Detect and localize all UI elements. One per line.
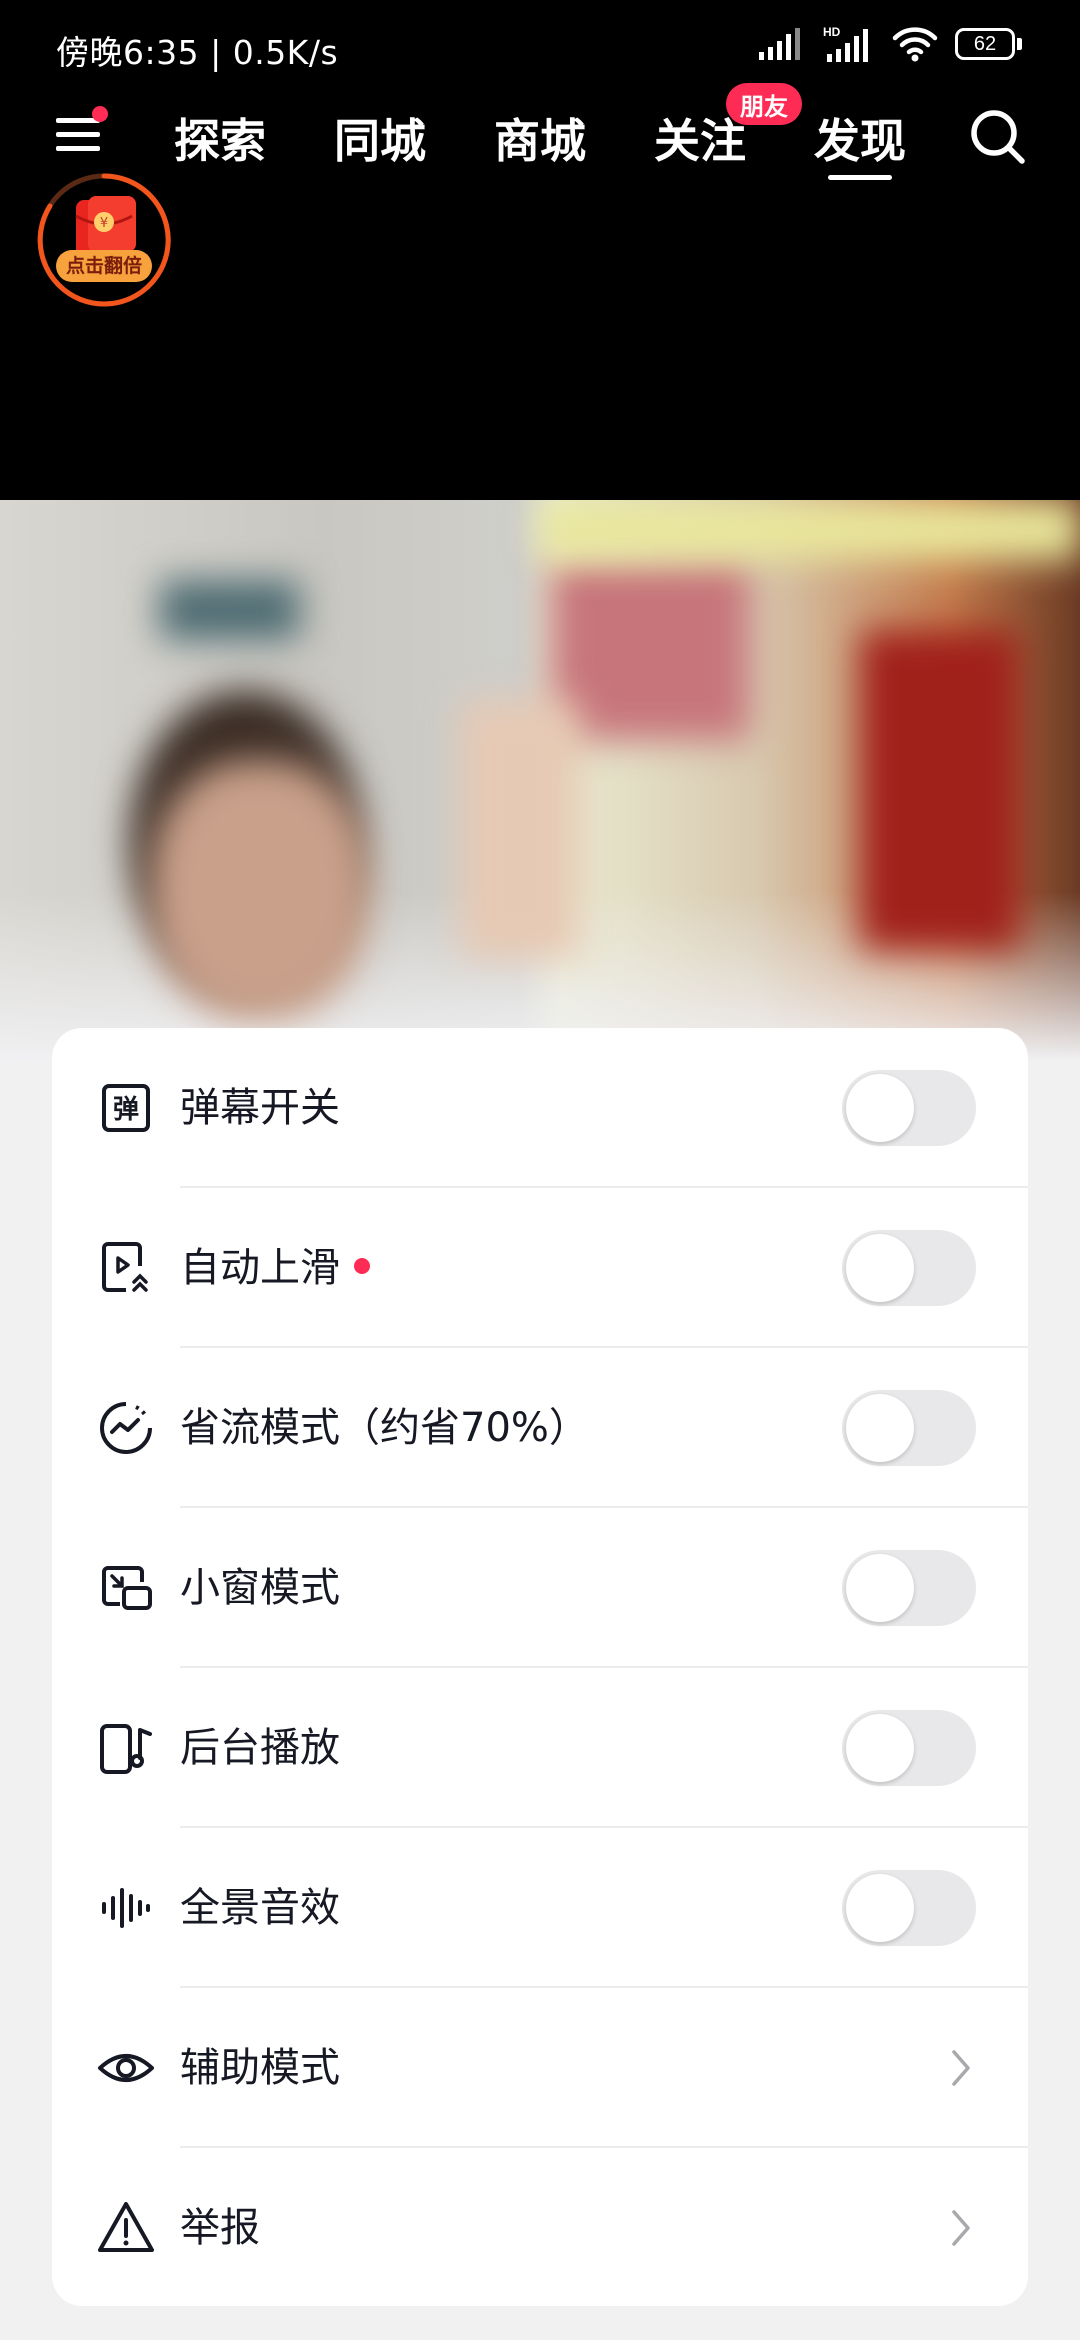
spatial-audio-toggle[interactable] [842, 1870, 976, 1946]
setting-row-auto-scroll: 自动上滑 [52, 1188, 1028, 1348]
new-feature-dot [354, 1258, 370, 1274]
data-saver-toggle[interactable] [842, 1390, 976, 1466]
friend-badge: 朋友 [726, 83, 802, 125]
status-icons: HD 62 [757, 24, 1022, 64]
notification-dot [92, 106, 108, 122]
setting-label-spatial-audio: 全景音效 [180, 1885, 340, 1931]
setting-label-pip: 小窗模式 [180, 1565, 340, 1611]
data-saver-icon [100, 1402, 152, 1454]
search-icon[interactable] [968, 107, 1028, 167]
signal-icon [759, 28, 800, 60]
setting-label-danmaku: 弹幕开关 [180, 1085, 340, 1131]
signal-hd-icon: HD [823, 25, 868, 62]
warning-icon [98, 2202, 154, 2252]
chevron-right-icon [952, 2210, 970, 2246]
setting-row-report[interactable]: 举报 [52, 2148, 1028, 2308]
svg-text:HD: HD [823, 25, 841, 39]
setting-row-background-play: 后台播放 [52, 1668, 1028, 1828]
setting-row-spatial-audio: 全景音效 [52, 1828, 1028, 1988]
setting-label-background-play: 后台播放 [180, 1725, 340, 1771]
auto-scroll-toggle[interactable] [842, 1230, 976, 1306]
tab-mall[interactable]: 商城 [494, 105, 586, 171]
red-packet-widget[interactable]: ¥ 点击翻倍 [36, 172, 172, 308]
setting-row-pip: 小窗模式 [52, 1508, 1028, 1668]
tab-explore[interactable]: 探索 [174, 105, 266, 171]
pip-toggle[interactable] [842, 1550, 976, 1626]
wifi-icon [892, 27, 938, 62]
setting-row-danmaku: 弹 弹幕开关 [52, 1028, 1028, 1188]
menu-button[interactable] [54, 106, 108, 160]
auto-scroll-icon [102, 1242, 148, 1292]
setting-label-data-saver: 省流模式（约省70%） [180, 1405, 589, 1451]
setting-row-accessibility[interactable]: 辅助模式 [52, 1988, 1028, 2148]
eye-icon [98, 2054, 154, 2082]
danmaku-icon: 弹 [102, 1084, 150, 1132]
tab-local[interactable]: 同城 [334, 105, 426, 171]
status-time-speed: 傍晚6:35 | 0.5K/s [56, 33, 339, 72]
svg-text:弹: 弹 [113, 1095, 139, 1125]
spatial-audio-icon [102, 1888, 150, 1928]
battery-level: 62 [973, 32, 997, 55]
red-packet-label: 点击翻倍 [56, 250, 152, 282]
tab-discover[interactable]: 发现 [814, 105, 906, 171]
status-bar: 傍晚6:35 | 0.5K/s HD 62 [0, 0, 1080, 95]
setting-label-auto-scroll: 自动上滑 [180, 1236, 370, 1300]
settings-panel: 弹 弹幕开关 自动上滑 省流模式（约省70%） 小窗模式 后台播放 全景音效 辅… [52, 1028, 1028, 2306]
battery-icon: 62 [955, 28, 1022, 60]
active-tab-indicator [828, 175, 892, 180]
setting-row-data-saver: 省流模式（约省70%） [52, 1348, 1028, 1508]
pip-icon [102, 1566, 152, 1610]
chevron-right-icon [952, 2050, 970, 2086]
setting-label-report: 举报 [180, 2205, 260, 2251]
danmaku-toggle[interactable] [842, 1070, 976, 1146]
svg-text:¥: ¥ [100, 216, 108, 231]
background-play-toggle[interactable] [842, 1710, 976, 1786]
background-play-icon [100, 1724, 152, 1774]
video-preview [0, 500, 1080, 1060]
red-packet-icon: ¥ [37, 173, 171, 307]
setting-label-accessibility: 辅助模式 [180, 2045, 340, 2091]
